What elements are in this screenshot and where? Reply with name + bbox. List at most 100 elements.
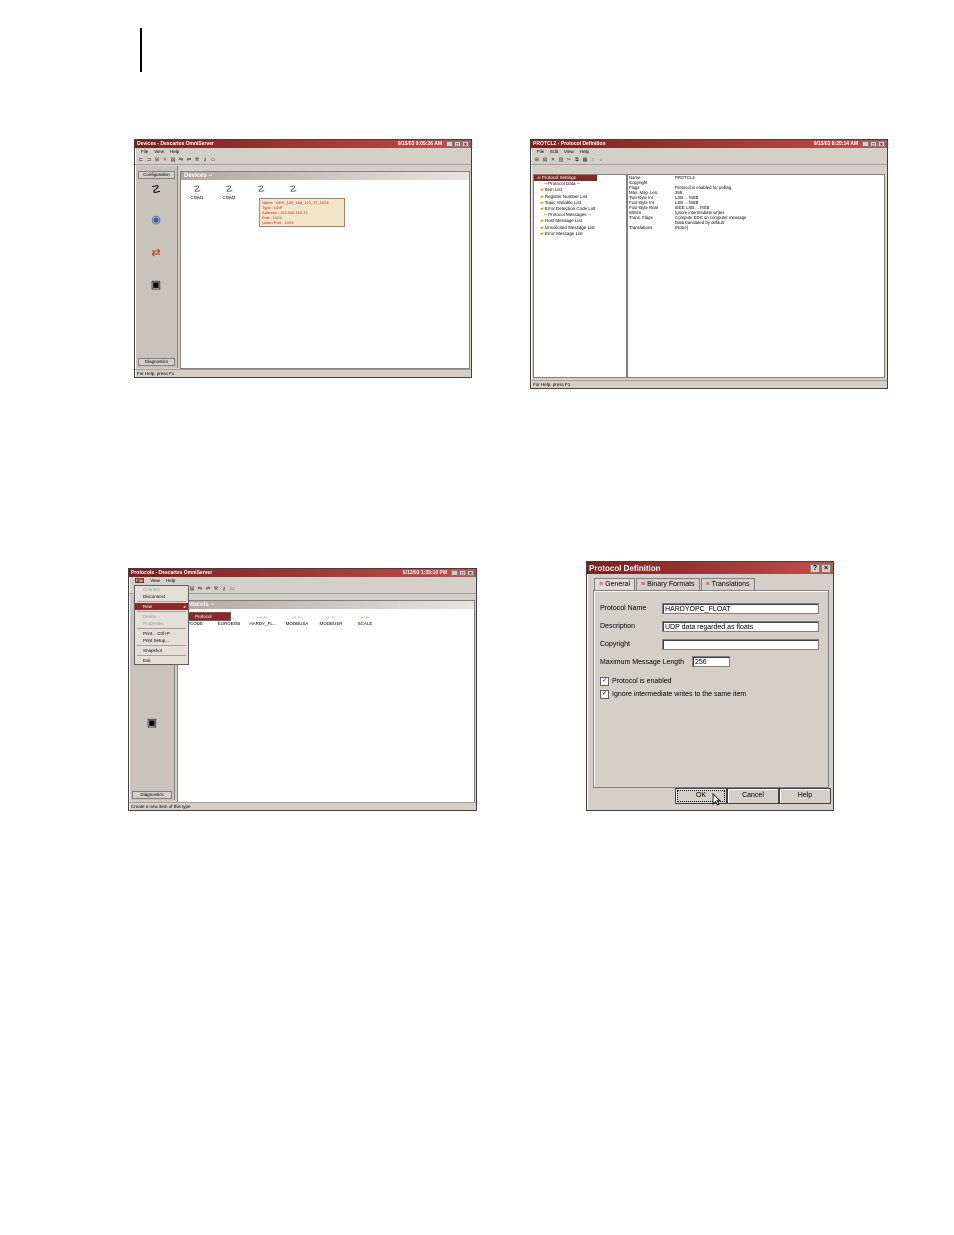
down-icon[interactable]: ↓ [598, 157, 604, 163]
up-icon[interactable]: ↑ [590, 157, 596, 163]
new-icon[interactable]: ⊞ [154, 157, 160, 163]
maximize-icon[interactable]: □ [870, 141, 877, 148]
maximize-icon[interactable]: □ [459, 570, 466, 577]
protocol-titlebar[interactable]: PROTCL2 - Protocol Definition 9/15/03 8:… [531, 140, 887, 148]
new-icon[interactable]: ⊞ [534, 157, 540, 163]
tab-translations[interactable]: ≡ Translations [700, 578, 755, 590]
device-udp-2[interactable]: ☡ [281, 184, 305, 195]
menubar: File View Help [135, 148, 471, 155]
close-icon[interactable]: × [878, 141, 885, 148]
menu-help[interactable]: Help [170, 149, 179, 154]
menu-file[interactable]: File [537, 149, 544, 154]
description-input[interactable]: UDP data regarded as floats [662, 621, 819, 632]
menu-view[interactable]: View [564, 149, 574, 154]
ignore-writes-checkbox[interactable]: ✓ Ignore intermediate writes to the same … [600, 690, 746, 699]
server-icon[interactable]: ▣ [145, 716, 159, 730]
status-bar: For Help, press F1 [135, 369, 471, 377]
cut-icon[interactable]: ✂ [566, 157, 572, 163]
properties-icon[interactable]: ▤ [189, 586, 195, 592]
devices-icon[interactable]: ☡ [149, 183, 163, 197]
menu-item-new[interactable]: New ▸ [135, 603, 188, 610]
device-com1[interactable]: ☡ COM1 [185, 184, 209, 200]
tab-configuration[interactable]: Configuration [138, 171, 175, 179]
menu-item-exit[interactable]: Exit [135, 657, 188, 664]
protocols-titlebar[interactable]: Protocols - Descartes OmniServer 6/12/03… [129, 569, 476, 577]
minimize-icon[interactable]: _ [862, 141, 869, 148]
menu-item-print-setup[interactable]: Print Setup... [135, 637, 188, 644]
menu-view[interactable]: View [150, 578, 160, 583]
tool-icon[interactable]: ⚒ [194, 157, 200, 163]
tab-binary-formats[interactable]: ≡ Binary Formats [636, 578, 700, 590]
close-icon[interactable]: × [462, 141, 469, 148]
device-tooltip: Name : UDP_192_168_110_37_1024 Type : UD… [259, 198, 345, 227]
menu-file[interactable]: File [141, 149, 148, 154]
arrows-icon: →← [257, 614, 269, 620]
protocol-item[interactable]: →← SCALE [350, 613, 380, 626]
copy-icon[interactable]: ⧉ [574, 157, 580, 163]
menu-help[interactable]: Help [166, 578, 175, 583]
arrows-icon[interactable]: ⇆ [178, 157, 184, 163]
menu-item-disconnect[interactable]: Disconnect [135, 593, 188, 600]
list-header: Devices -- [181, 172, 469, 180]
key-icon[interactable]: ⚷ [221, 586, 227, 592]
delete-icon[interactable]: ✕ [162, 157, 168, 163]
menu-item-delete[interactable]: Delete [135, 613, 188, 620]
menu-item-connect[interactable]: Connect [135, 586, 188, 593]
dialog-titlebar[interactable]: Protocol Definition ? × [587, 562, 833, 574]
devices-titlebar[interactable]: Devices - Descartes OmniServer 9/15/03 9… [135, 140, 471, 148]
device-udp[interactable]: ☡ [249, 184, 273, 195]
menu-item-snapshot[interactable]: Snapshot [135, 647, 188, 654]
protocol-name-input[interactable]: HARDYOPC_FLOAT [662, 603, 819, 614]
properties-icon[interactable]: ▥ [558, 157, 564, 163]
minimize-icon[interactable]: _ [446, 141, 453, 148]
protocol-icon: ≡ [599, 581, 604, 588]
properties-icon[interactable]: ▤ [170, 157, 176, 163]
snapshot-icon[interactable]: ▭ [229, 586, 235, 592]
protocols-icon[interactable]: ⇄ [149, 246, 163, 260]
copyright-input[interactable] [662, 639, 819, 650]
menu-view[interactable]: View [154, 149, 164, 154]
globe-icon[interactable]: ◉ [149, 213, 163, 227]
protocol-definition-dialog: Protocol Definition ? × ≡ General ≡ Binary… [586, 561, 834, 811]
protocol-item[interactable]: →← MODBUSA [282, 613, 312, 626]
tool-icon[interactable]: ⚒ [213, 586, 219, 592]
arrows2-icon[interactable]: ⇄ [205, 586, 211, 592]
window-title: Protocols - Descartes OmniServer [131, 570, 213, 576]
protocol-item[interactable]: →← HARDY_FL... [248, 613, 278, 626]
menu-file[interactable]: File [135, 578, 145, 583]
dialog-title: Protocol Definition [589, 563, 661, 573]
protocol-enabled-checkbox[interactable]: ✓ Protocol is enabled [600, 677, 672, 686]
folder-icon: ▰ [540, 206, 544, 213]
device-com2[interactable]: ☡ COM2 [217, 184, 241, 200]
tab-diagnostics[interactable]: Diagnostics [132, 791, 172, 799]
submenu-item-protocol[interactable]: Protocol [189, 613, 230, 620]
max-length-input[interactable]: 256 [692, 656, 730, 667]
arrows-icon[interactable]: ⇆ [197, 586, 203, 592]
connect-icon[interactable]: ⊏ [138, 157, 144, 163]
disconnect-icon[interactable]: ⊐ [146, 157, 152, 163]
protocol-item[interactable]: →← MODBUSR [316, 613, 346, 626]
tab-diagnostics[interactable]: Diagnostics [138, 358, 175, 366]
menu-item-print[interactable]: Print... Ctrl+P [135, 630, 188, 637]
paste-icon[interactable]: ▦ [582, 157, 588, 163]
arrows2-icon[interactable]: ⇄ [186, 157, 192, 163]
delete-icon[interactable]: ✕ [550, 157, 556, 163]
tree-item[interactable]: ▰Error Message List [534, 231, 626, 237]
close-icon[interactable]: × [821, 563, 831, 573]
menu-item-properties[interactable]: Properties [135, 620, 188, 627]
clock: 9/15/03 9:05:26 AM [397, 141, 442, 147]
close-icon[interactable]: × [467, 570, 474, 577]
cancel-button[interactable]: Cancel [727, 788, 779, 804]
server-icon[interactable]: ▣ [149, 278, 163, 292]
protocol-icon: ≡ [705, 581, 710, 588]
snapshot-icon[interactable]: ▭ [210, 157, 216, 163]
save-icon[interactable]: ▤ [542, 157, 548, 163]
menu-help[interactable]: Help [580, 149, 589, 154]
minimize-icon[interactable]: _ [451, 570, 458, 577]
maximize-icon[interactable]: □ [454, 141, 461, 148]
help-icon[interactable]: ? [810, 563, 820, 573]
key-icon[interactable]: ⚷ [202, 157, 208, 163]
menu-edit[interactable]: Edit [550, 149, 558, 154]
general-panel: Protocol Name HARDYOPC_FLOAT Description… [593, 590, 829, 788]
help-button[interactable]: Help [779, 788, 831, 804]
